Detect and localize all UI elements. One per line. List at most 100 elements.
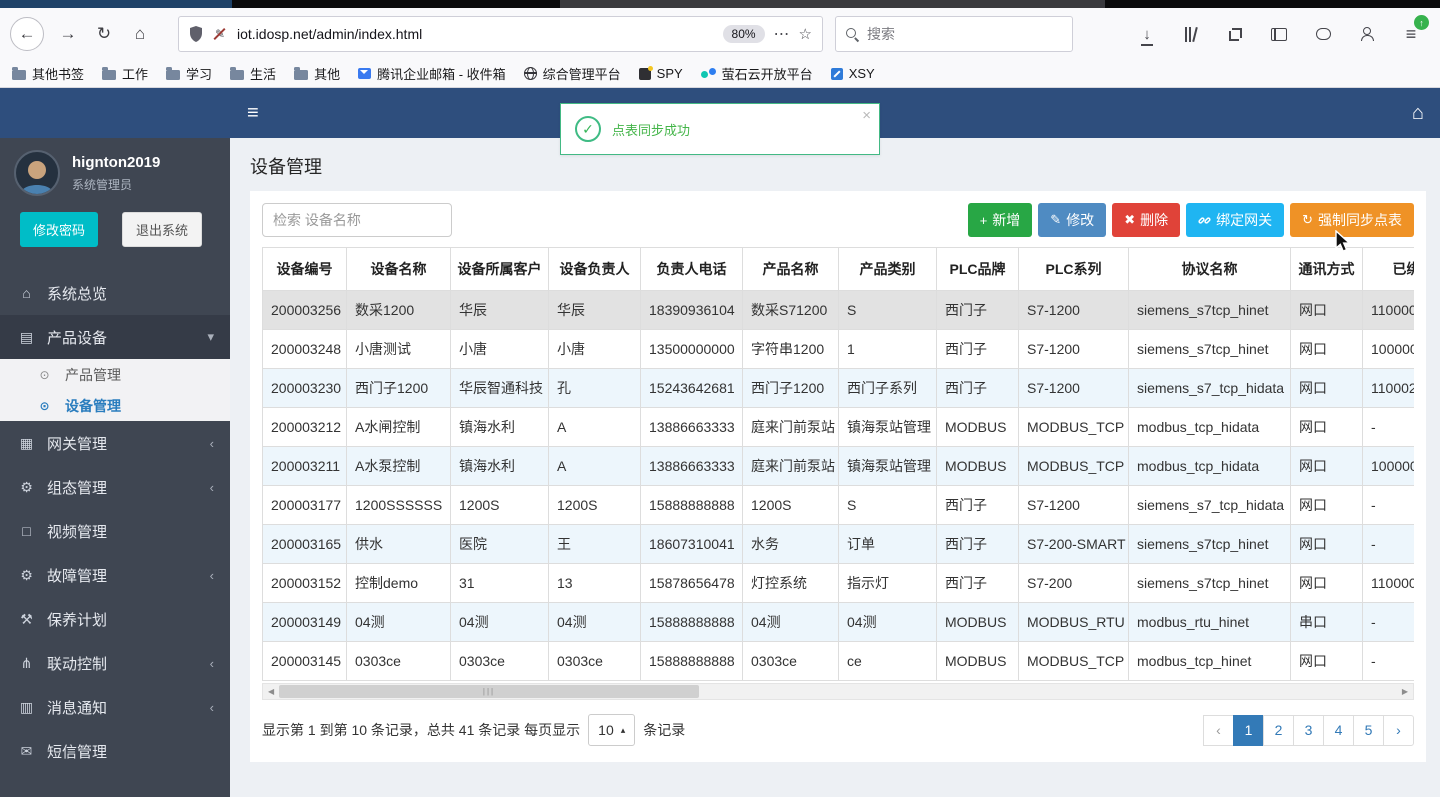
table-row[interactable]: 200003149 04测 04测 04测 15888888888 04测 04…: [262, 602, 1414, 642]
username: hignton2019: [72, 153, 161, 171]
sidebar-item[interactable]: ⊙ 产品管理: [0, 359, 230, 390]
page-button[interactable]: 5: [1353, 714, 1384, 746]
downloads-icon[interactable]: ↓: [1136, 23, 1158, 46]
scroll-right-icon[interactable]: ▶: [1402, 687, 1408, 696]
back-button[interactable]: ←: [10, 17, 44, 51]
bookmark-item[interactable]: 萤石云开放平台: [700, 64, 813, 83]
delete-button[interactable]: ✖ 删除: [1112, 203, 1181, 237]
page-button[interactable]: ›: [1383, 714, 1414, 746]
bookmark-item[interactable]: 综合管理平台: [523, 64, 621, 83]
column-header[interactable]: 设备名称: [346, 247, 451, 291]
browser-search-box[interactable]: [835, 16, 1073, 52]
bookmark-item[interactable]: SPY: [638, 65, 683, 81]
table-row[interactable]: 200003165 供水 医院 王 18607310041 水务 订单 西门子: [262, 524, 1414, 564]
cell-device-id: 200003212: [262, 407, 347, 447]
edit-button[interactable]: ✎ 修改: [1038, 203, 1107, 237]
page-button[interactable]: 4: [1323, 714, 1354, 746]
sidebar-toggle-browser-icon[interactable]: [1268, 23, 1290, 45]
bookmark-folder[interactable]: 学习: [166, 64, 212, 83]
cell-comm: 网口: [1290, 524, 1363, 564]
cell-phone: 13886663333: [640, 407, 743, 447]
app-home-icon[interactable]: ⌂: [1412, 102, 1424, 125]
column-header[interactable]: 设备编号: [262, 247, 347, 291]
sidebar-item[interactable]: ▤ 产品设备 ▾: [0, 315, 230, 359]
page-button[interactable]: ‹: [1203, 714, 1234, 746]
menu-button[interactable]: ≡ ↑: [1400, 15, 1429, 45]
cell-owner: A: [548, 407, 641, 447]
shield-icon[interactable]: [189, 26, 203, 42]
sidebar-item[interactable]: ▥ 消息通知 ‹: [0, 685, 230, 729]
bookmark-item[interactable]: XSY: [830, 66, 875, 81]
sidebar-item[interactable]: ⚙ 故障管理 ‹: [0, 553, 230, 597]
forward-button[interactable]: →: [52, 18, 84, 50]
library-icon[interactable]: [1180, 23, 1202, 45]
table-row[interactable]: 200003212 A水闸控制 镇海水利 A 13886663333 庭来门前泵…: [262, 407, 1414, 447]
screenshot-icon[interactable]: [1224, 23, 1246, 45]
column-header[interactable]: 产品名称: [742, 247, 839, 291]
url-text[interactable]: iot.idosp.net/admin/index.html: [237, 26, 714, 42]
column-header[interactable]: 产品类别: [838, 247, 937, 291]
page-button[interactable]: 1: [1233, 714, 1264, 746]
page-button[interactable]: 2: [1263, 714, 1294, 746]
toast-message: 点表同步成功: [612, 122, 691, 138]
toast-close-icon[interactable]: ×: [862, 107, 871, 124]
column-header[interactable]: 协议名称: [1128, 247, 1291, 291]
sidebar-item[interactable]: ⚒ 保养计划: [0, 597, 230, 641]
avatar[interactable]: [14, 150, 60, 196]
cell-comm: 网口: [1290, 446, 1363, 486]
browser-toolbar: ← → ↻ ⌂ ✎ iot.idosp.net/admin/index.html…: [0, 8, 1440, 60]
logout-button[interactable]: 退出系统: [122, 212, 203, 247]
column-header[interactable]: 负责人电话: [640, 247, 743, 291]
table-row[interactable]: 200003145 0303ce 0303ce 0303ce 158888888…: [262, 641, 1414, 681]
table-row[interactable]: 200003256 数采1200 华辰 华辰 18390936104 数采S71…: [262, 290, 1414, 330]
cell-device-id: 200003211: [262, 446, 347, 486]
sidebar-item[interactable]: ⋔ 联动控制 ‹: [0, 641, 230, 685]
sidebar-item[interactable]: ✉ 短信管理: [0, 729, 230, 773]
page-button[interactable]: 3: [1293, 714, 1324, 746]
change-password-button[interactable]: 修改密码: [20, 212, 99, 247]
bind-gateway-button[interactable]: 绑定网关: [1186, 203, 1285, 237]
sidebar-item[interactable]: ⚙ 组态管理 ‹: [0, 465, 230, 509]
sidebar-item[interactable]: ⌂ 系统总览: [0, 271, 230, 315]
address-bar[interactable]: ✎ iot.idosp.net/admin/index.html 80% ⋯ ☆: [178, 16, 823, 52]
blocked-content-icon[interactable]: ✎: [212, 26, 228, 42]
table-row[interactable]: 200003152 控制demo 31 13 15878656478 灯控系统 …: [262, 563, 1414, 603]
bookmark-folder[interactable]: 生活: [230, 64, 276, 83]
scrollbar-thumb[interactable]: |||: [279, 685, 699, 698]
sidebar-item[interactable]: ⊙ 设备管理: [0, 390, 230, 421]
bookmark-star-icon[interactable]: ☆: [799, 25, 812, 43]
cell-category: 指示灯: [838, 563, 937, 603]
chevron-icon: ‹: [209, 699, 214, 715]
table-row[interactable]: 200003248 小唐测试 小唐 小唐 13500000000 字符串1200…: [262, 329, 1414, 369]
zoom-indicator[interactable]: 80%: [722, 25, 765, 43]
sidebar-item[interactable]: □ 视频管理: [0, 509, 230, 553]
column-header[interactable]: 已绑定网关: [1362, 247, 1414, 291]
add-button[interactable]: + 新增: [967, 203, 1033, 237]
table-row[interactable]: 200003230 西门子1200 华辰智通科技 孔 15243642681 西…: [262, 368, 1414, 408]
browser-home-button[interactable]: ⌂: [124, 18, 156, 50]
column-header[interactable]: 设备负责人: [548, 247, 641, 291]
page-title: 设备管理: [250, 157, 322, 177]
sidebar-item[interactable]: ▦ 网关管理 ‹: [0, 421, 230, 465]
bookmark-folder[interactable]: 其他书签: [12, 64, 84, 83]
table-row[interactable]: 200003211 A水泵控制 镇海水利 A 13886663333 庭来门前泵…: [262, 446, 1414, 486]
column-header[interactable]: PLC系列: [1018, 247, 1129, 291]
device-search-input[interactable]: [262, 203, 452, 237]
messages-icon[interactable]: [1312, 23, 1334, 45]
scroll-left-icon[interactable]: ◀: [268, 687, 274, 696]
browser-search-input[interactable]: [867, 26, 1062, 42]
page-actions-icon[interactable]: ⋯: [774, 24, 790, 44]
table-row[interactable]: 200003177 1200SSSSSS 1200S 1200S 1588888…: [262, 485, 1414, 525]
cell-phone: 15888888888: [640, 641, 743, 681]
bookmark-folder[interactable]: 工作: [102, 64, 148, 83]
sidebar-toggle-icon[interactable]: ≡: [247, 102, 259, 125]
horizontal-scrollbar[interactable]: ◀ ||| ▶: [262, 683, 1414, 700]
account-icon[interactable]: [1356, 23, 1378, 45]
bookmark-folder[interactable]: 其他: [294, 64, 340, 83]
bookmark-item[interactable]: 腾讯企业邮箱 - 收件箱: [358, 64, 506, 83]
cell-device-id: 200003152: [262, 563, 347, 603]
column-header[interactable]: 设备所属客户: [450, 247, 549, 291]
page-size-dropdown[interactable]: 10 ▴: [588, 714, 636, 746]
column-header[interactable]: PLC品牌: [936, 247, 1019, 291]
reload-button[interactable]: ↻: [88, 18, 120, 50]
